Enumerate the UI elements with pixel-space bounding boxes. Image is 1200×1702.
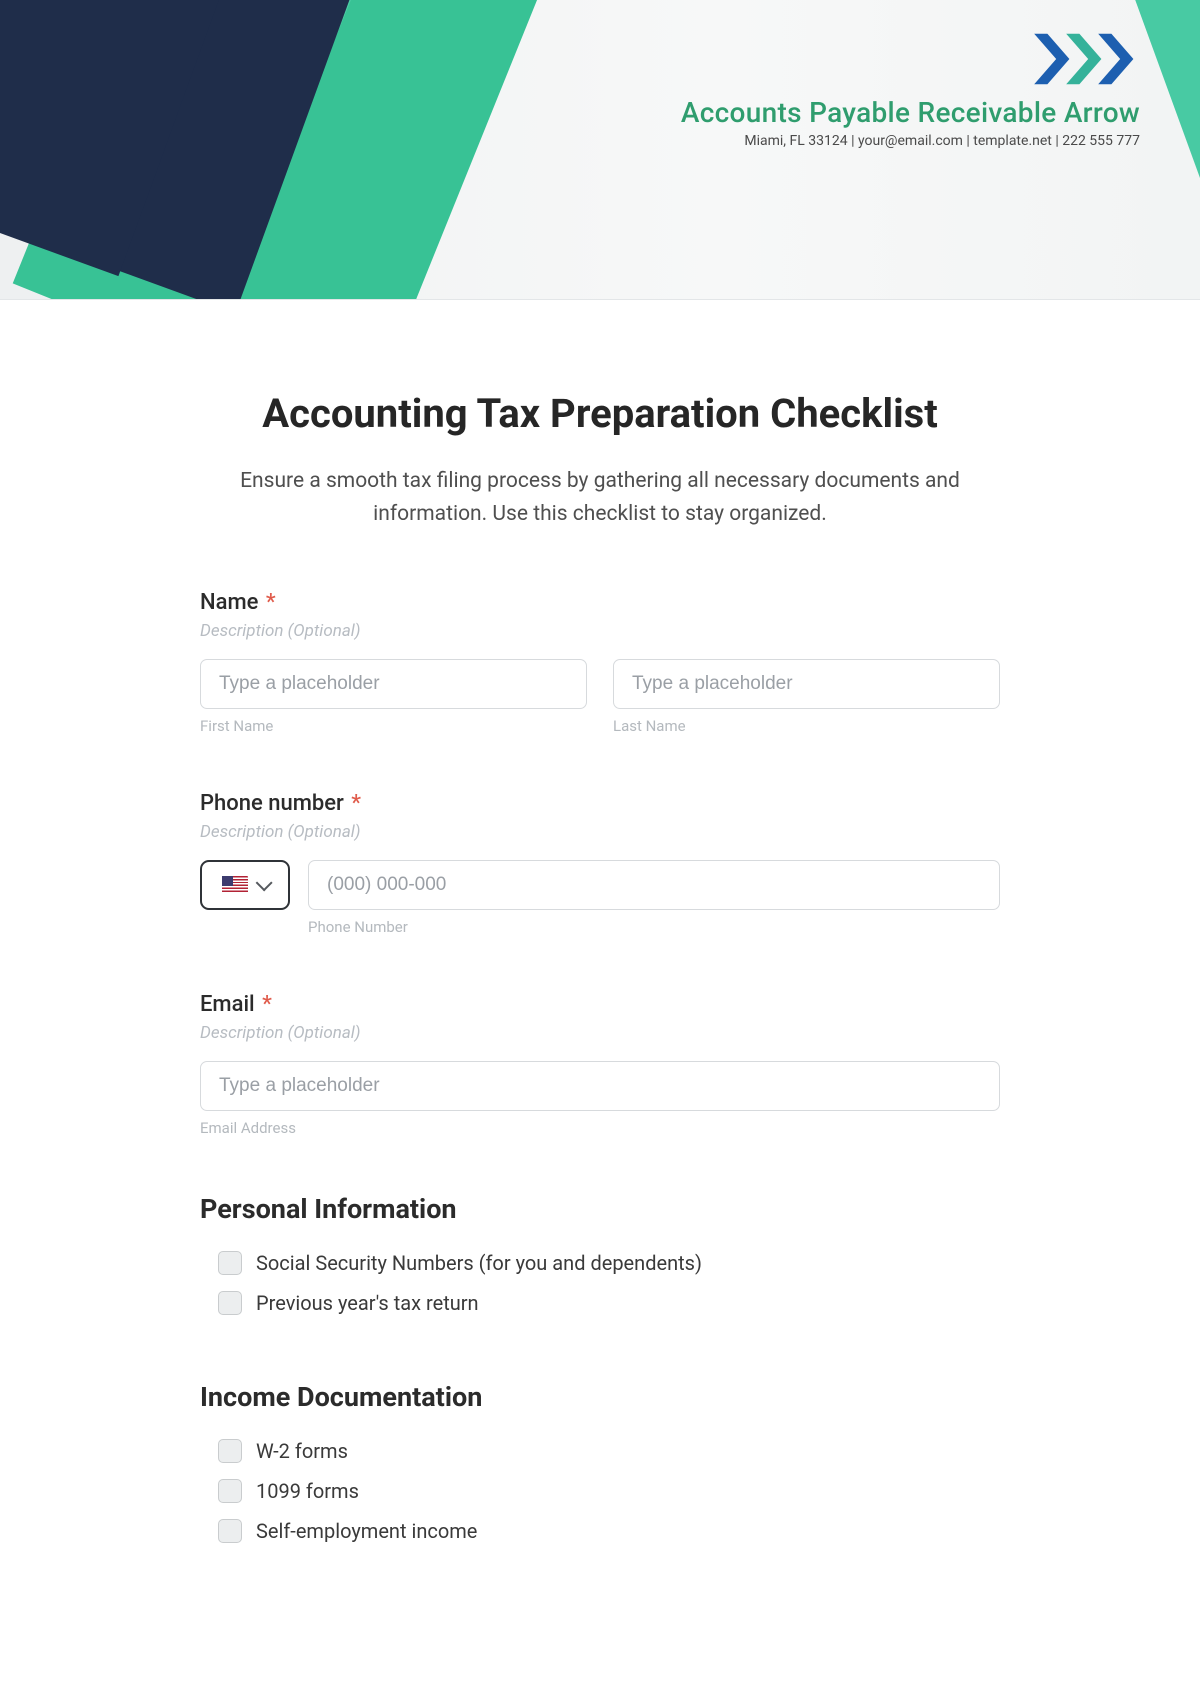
- required-mark: *: [266, 590, 276, 615]
- chevron-down-icon: [256, 874, 273, 891]
- checkbox-label: Self-employment income: [256, 1519, 477, 1543]
- email-label-text: Email: [200, 992, 255, 1017]
- required-mark: *: [351, 791, 361, 816]
- checkbox-1099[interactable]: [218, 1479, 242, 1503]
- section-personal-information: Personal Information Social Security Num…: [200, 1193, 1000, 1319]
- email-label: Email *: [200, 992, 1000, 1017]
- checkbox-self-employment[interactable]: [218, 1519, 242, 1543]
- country-code-select[interactable]: [200, 860, 290, 910]
- name-description: Description (Optional): [200, 621, 1000, 641]
- checkbox-label: W-2 forms: [256, 1439, 348, 1463]
- email-sublabel: Email Address: [200, 1119, 1000, 1137]
- logo-arrows-icon: [1032, 30, 1140, 88]
- checkbox-label: 1099 forms: [256, 1479, 359, 1503]
- phone-label: Phone number *: [200, 791, 1000, 816]
- name-label-text: Name: [200, 590, 258, 615]
- phone-input[interactable]: [308, 860, 1000, 910]
- checklist-row: Social Security Numbers (for you and dep…: [200, 1247, 1000, 1279]
- checklist-row: Previous year's tax return: [200, 1287, 1000, 1319]
- form-page: Accounting Tax Preparation Checklist Ens…: [140, 300, 1060, 1669]
- phone-label-text: Phone number: [200, 791, 344, 816]
- checklist-row: W-2 forms: [200, 1435, 1000, 1467]
- phone-description: Description (Optional): [200, 822, 1000, 842]
- last-name-sublabel: Last Name: [613, 717, 1000, 735]
- brand-subline: Miami, FL 33124 | your@email.com | templ…: [681, 133, 1140, 149]
- name-label: Name *: [200, 590, 1000, 615]
- page-intro: Ensure a smooth tax filing process by ga…: [200, 465, 1000, 530]
- field-group-name: Name * Description (Optional) First Name…: [200, 590, 1000, 735]
- field-group-email: Email * Description (Optional) Email Add…: [200, 992, 1000, 1137]
- required-mark: *: [262, 992, 272, 1017]
- section-title-income: Income Documentation: [200, 1381, 1000, 1413]
- checkbox-label: Social Security Numbers (for you and dep…: [256, 1251, 702, 1275]
- last-name-input[interactable]: [613, 659, 1000, 709]
- brand-block: Accounts Payable Receivable Arrow Miami,…: [681, 30, 1140, 149]
- field-group-phone: Phone number * Description (Optional) Ph…: [200, 791, 1000, 936]
- email-input[interactable]: [200, 1061, 1000, 1111]
- header-banner: Accounts Payable Receivable Arrow Miami,…: [0, 0, 1200, 300]
- section-title-personal: Personal Information: [200, 1193, 1000, 1225]
- phone-sublabel: Phone Number: [308, 918, 1000, 936]
- email-description: Description (Optional): [200, 1023, 1000, 1043]
- section-income-documentation: Income Documentation W-2 forms 1099 form…: [200, 1381, 1000, 1547]
- checkbox-w2[interactable]: [218, 1439, 242, 1463]
- checklist-row: Self-employment income: [200, 1515, 1000, 1547]
- first-name-sublabel: First Name: [200, 717, 587, 735]
- checkbox-ssn[interactable]: [218, 1251, 242, 1275]
- us-flag-icon: [222, 876, 248, 894]
- checklist-row: 1099 forms: [200, 1475, 1000, 1507]
- first-name-input[interactable]: [200, 659, 587, 709]
- brand-title: Accounts Payable Receivable Arrow: [681, 96, 1140, 129]
- checkbox-prev-return[interactable]: [218, 1291, 242, 1315]
- checkbox-label: Previous year's tax return: [256, 1291, 479, 1315]
- page-title: Accounting Tax Preparation Checklist: [200, 390, 1000, 437]
